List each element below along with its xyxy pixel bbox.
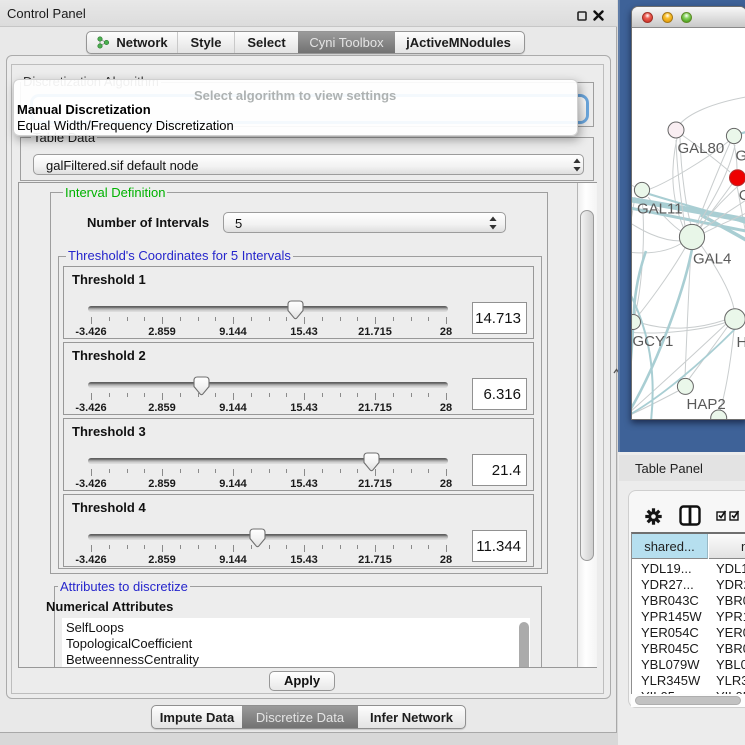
svg-text:HI: HI bbox=[737, 334, 745, 351]
svg-text:GAL11: GAL11 bbox=[637, 201, 683, 218]
svg-text:GAL80: GAL80 bbox=[678, 140, 725, 157]
svg-text:HAP2: HAP2 bbox=[687, 396, 726, 413]
svg-text:GAL4: GAL4 bbox=[693, 251, 731, 268]
svg-text:GA: GA bbox=[736, 148, 745, 165]
svg-text:GCY1: GCY1 bbox=[633, 333, 674, 350]
svg-text:CD: CD bbox=[739, 187, 745, 204]
